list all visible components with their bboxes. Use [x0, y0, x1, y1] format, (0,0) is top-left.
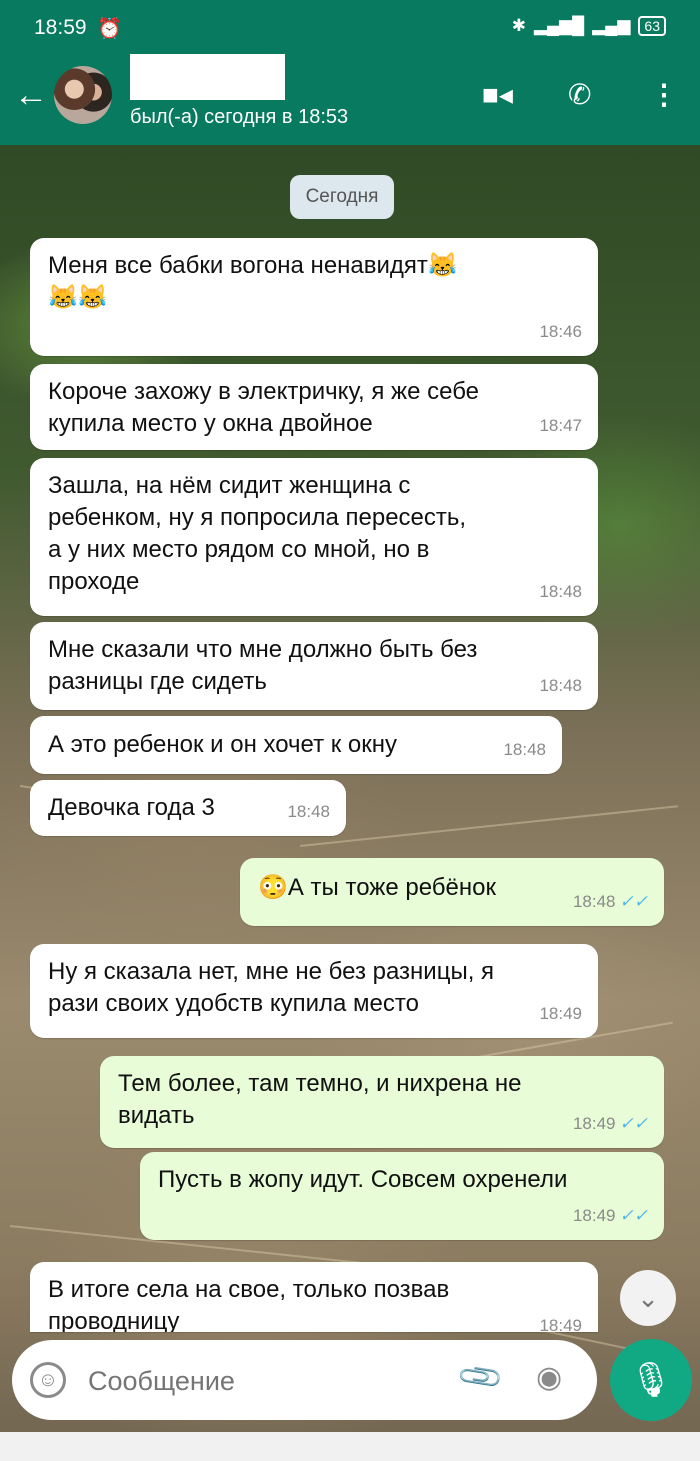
- message-time: 18:49 ✓✓: [572, 1114, 649, 1133]
- message-bubble[interactable]: Девочка года 3 18:48: [30, 780, 346, 836]
- signal-icon-2: ▂▄▆: [592, 16, 631, 35]
- more-vert-icon[interactable]: ⋮: [650, 80, 678, 110]
- arrow-left-icon[interactable]: ←: [14, 78, 48, 112]
- status-bar: 18:59 ⏰ ✱ ▂▄▆█ ▂▄▆ 63: [0, 0, 700, 58]
- message-bubble-outgoing[interactable]: 😳А ты тоже ребёнок 18:48 ✓✓: [240, 858, 664, 926]
- paperclip-icon[interactable]: 📎: [455, 1352, 506, 1403]
- read-ticks-icon: ✓✓: [619, 1206, 649, 1225]
- system-nav-bar: [0, 1432, 700, 1461]
- message-text: Мне сказали что мне должно быть без разн…: [48, 636, 478, 695]
- message-text: Короче захожу в электричку, я же себе ку…: [48, 378, 480, 437]
- message-bubble[interactable]: В итоге села на свое, только позвав пров…: [30, 1262, 598, 1332]
- message-bubble[interactable]: Меня все бабки вогона ненавидят😹 😹😹 18:4…: [30, 238, 598, 356]
- message-time: 18:46: [539, 322, 582, 341]
- message-text: Меня все бабки вогона ненавидят😹 😹😹: [48, 252, 458, 311]
- message-input[interactable]: [86, 1358, 450, 1404]
- message-text: В итоге села на свое, только позвав пров…: [48, 1276, 450, 1332]
- message-time: 18:47: [539, 416, 582, 435]
- message-time: 18:49: [539, 1316, 582, 1332]
- message-bubble[interactable]: Короче захожу в электричку, я же себе ку…: [30, 364, 598, 450]
- message-text: Зашла, на нём сидит женщина с ребенком, …: [48, 472, 467, 595]
- message-bubble-outgoing[interactable]: Тем более, там темно, и нихрена не видат…: [100, 1056, 664, 1148]
- message-bubble[interactable]: Ну я сказала нет, мне не без разницы, я …: [30, 944, 598, 1038]
- chevron-double-down-icon[interactable]: ⌄: [620, 1270, 676, 1326]
- microphone-icon[interactable]: 🎙: [610, 1339, 692, 1421]
- date-divider: Сегодня: [290, 175, 394, 219]
- message-composer: ☺ 📎 ◉: [12, 1340, 597, 1420]
- message-time: 18:49 ✓✓: [572, 1206, 649, 1225]
- message-bubble[interactable]: А это ребенок и он хочет к окну 18:48: [30, 716, 562, 774]
- signal-icon: ▂▄▆█: [533, 16, 585, 35]
- message-time: 18:48: [539, 676, 582, 695]
- phone-icon[interactable]: ✆: [568, 80, 591, 110]
- message-text: Пусть в жопу идут. Совсем охренели: [158, 1166, 568, 1193]
- message-text: Ну я сказала нет, мне не без разницы, я …: [48, 958, 495, 1017]
- status-time: 18:59: [34, 16, 87, 39]
- message-bubble[interactable]: Зашла, на нём сидит женщина с ребенком, …: [30, 458, 598, 616]
- message-time: 18:49: [539, 1004, 582, 1023]
- message-text: Тем более, там темно, и нихрена не видат…: [118, 1070, 522, 1129]
- bluetooth-icon: ✱: [511, 16, 526, 35]
- read-ticks-icon: ✓✓: [619, 1114, 649, 1133]
- last-seen-status: был(-а) сегодня в 18:53: [130, 106, 349, 128]
- avatar[interactable]: [54, 66, 112, 124]
- video-call-icon[interactable]: ■◂: [482, 80, 513, 110]
- battery-icon: 63: [638, 16, 666, 36]
- alarm-icon: ⏰: [97, 18, 122, 40]
- message-time: 18:48 ✓✓: [572, 892, 649, 911]
- camera-icon[interactable]: ◉: [536, 1360, 562, 1395]
- emoji-icon[interactable]: ☺: [30, 1362, 66, 1398]
- message-bubble-outgoing[interactable]: Пусть в жопу идут. Совсем охренели 18:49…: [140, 1152, 664, 1240]
- read-ticks-icon: ✓✓: [619, 892, 649, 911]
- message-bubble[interactable]: Мне сказали что мне должно быть без разн…: [30, 622, 598, 710]
- contact-name-redacted[interactable]: [130, 54, 285, 100]
- message-text: А это ребенок и он хочет к окну: [48, 731, 398, 758]
- chat-header: ← был(-а) сегодня в 18:53 ■◂ ✆ ⋮: [0, 54, 700, 145]
- message-time: 18:48: [287, 802, 330, 821]
- message-time: 18:48: [503, 740, 546, 759]
- message-time: 18:48: [539, 582, 582, 601]
- message-text: Девочка года 3: [48, 794, 215, 821]
- status-icons: ✱ ▂▄▆█ ▂▄▆ 63: [512, 16, 666, 36]
